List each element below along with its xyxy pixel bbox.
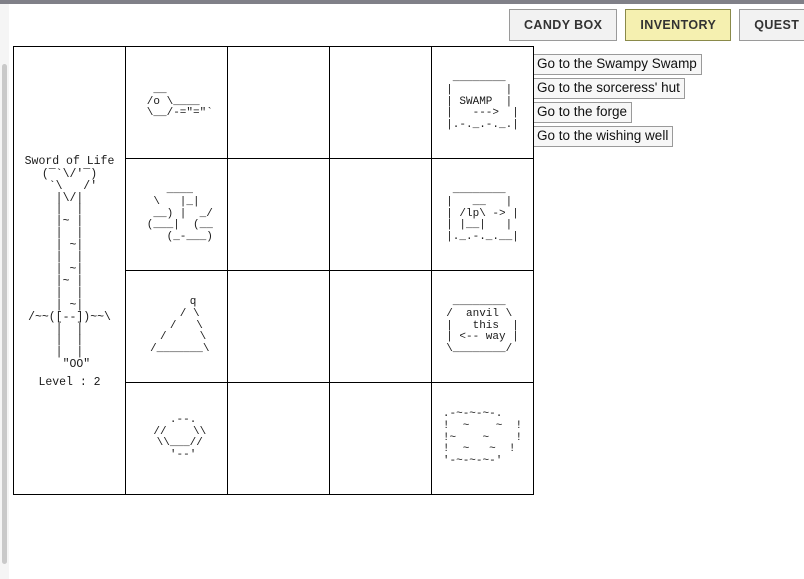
tab-candy-box[interactable]: CANDY BOX: [509, 9, 618, 41]
location-slot-swamp[interactable]: ________ | | | SWAMP | | ---> | |.-._.-.…: [431, 46, 534, 159]
equipped-weapon-art: (‾`\/'‾) `\ /' |\/| | | |~ | | | | ~| | …: [28, 167, 111, 372]
inventory-slot-r4c2[interactable]: [227, 382, 330, 495]
inventory-slot-r4c3[interactable]: [329, 382, 432, 495]
equipped-weapon-level: Level : 2: [38, 376, 101, 390]
tab-quest[interactable]: QUEST: [739, 9, 804, 41]
inventory-slot-r4c1[interactable]: .--. // \\ \\___// '--': [125, 382, 228, 495]
inventory-slot-r2c1[interactable]: ____ \ |_| __) | _/ (___| (__ (_-___): [125, 158, 228, 271]
nav-go-to-wishing-well[interactable]: Go to the wishing well: [532, 126, 674, 147]
main-tab-bar: CANDY BOX INVENTORY QUEST: [509, 9, 804, 41]
item-art-hexagon: .--. // \\ \\___// '--': [153, 414, 207, 461]
inventory-slot-r3c3[interactable]: [329, 270, 432, 383]
item-art-pyramid: q / \ / \ / \ /_______\: [150, 296, 210, 355]
inventory-slot-r1c3[interactable]: [329, 46, 432, 159]
item-art-hat: __ /o \____ \__/-="="`: [146, 83, 213, 120]
location-slot-lollipop-farm[interactable]: ________ | __ | | /lp\ -> | | |__| | |._…: [431, 158, 534, 271]
location-art-swamp: ________ | | | SWAMP | | ---> | |.-._.-.…: [446, 72, 519, 131]
table-row: Sword of Life (‾`\/'‾) `\ /' |\/| | | |~…: [13, 46, 534, 495]
inventory-slot-r3c1[interactable]: q / \ / \ / \ /_______\: [125, 270, 228, 383]
inventory-slot-r1c1[interactable]: __ /o \____ \__/-="="`: [125, 46, 228, 159]
location-art-anvil: ________ / anvil \ | this | | <-- way | …: [446, 296, 519, 355]
equipped-weapon-name: Sword of Life: [24, 154, 115, 168]
tab-inventory[interactable]: INVENTORY: [625, 9, 732, 41]
location-art-lollipop-farm: ________ | __ | | /lp\ -> | | |__| | |._…: [446, 184, 519, 243]
game-page: CANDY BOX INVENTORY QUEST Go to the Swam…: [9, 4, 804, 579]
equipped-weapon-cell[interactable]: Sword of Life (‾`\/'‾) `\ /' |\/| | | |~…: [13, 46, 126, 495]
inventory-slot-r2c3[interactable]: [329, 158, 432, 271]
nav-go-to-forge[interactable]: Go to the forge: [532, 102, 633, 123]
location-art-wishing-well: .-~-~-~-. ! ~ ~ ! !~ ~ ! ! ~ ~ ! '-~-~-~…: [442, 408, 523, 467]
inventory-slot-r1c2[interactable]: [227, 46, 330, 159]
inventory-grid: Sword of Life (‾`\/'‾) `\ /' |\/| | | |~…: [13, 46, 534, 495]
nav-go-to-swampy-swamp[interactable]: Go to the Swampy Swamp: [532, 54, 702, 75]
location-slot-wishing-well[interactable]: .-~-~-~-. ! ~ ~ ! !~ ~ ! ! ~ ~ ! '-~-~-~…: [431, 382, 534, 495]
travel-nav-list: Go to the Swampy Swamp Go to the sorcere…: [532, 54, 702, 147]
item-art-boots: ____ \ |_| __) | _/ (___| (__ (_-___): [146, 184, 213, 243]
scrollbar-thumb[interactable]: [2, 64, 7, 564]
location-slot-anvil[interactable]: ________ / anvil \ | this | | <-- way | …: [431, 270, 534, 383]
inventory-slot-r3c2[interactable]: [227, 270, 330, 383]
inventory-slot-r2c2[interactable]: [227, 158, 330, 271]
nav-go-to-sorceress-hut[interactable]: Go to the sorceress' hut: [532, 78, 685, 99]
